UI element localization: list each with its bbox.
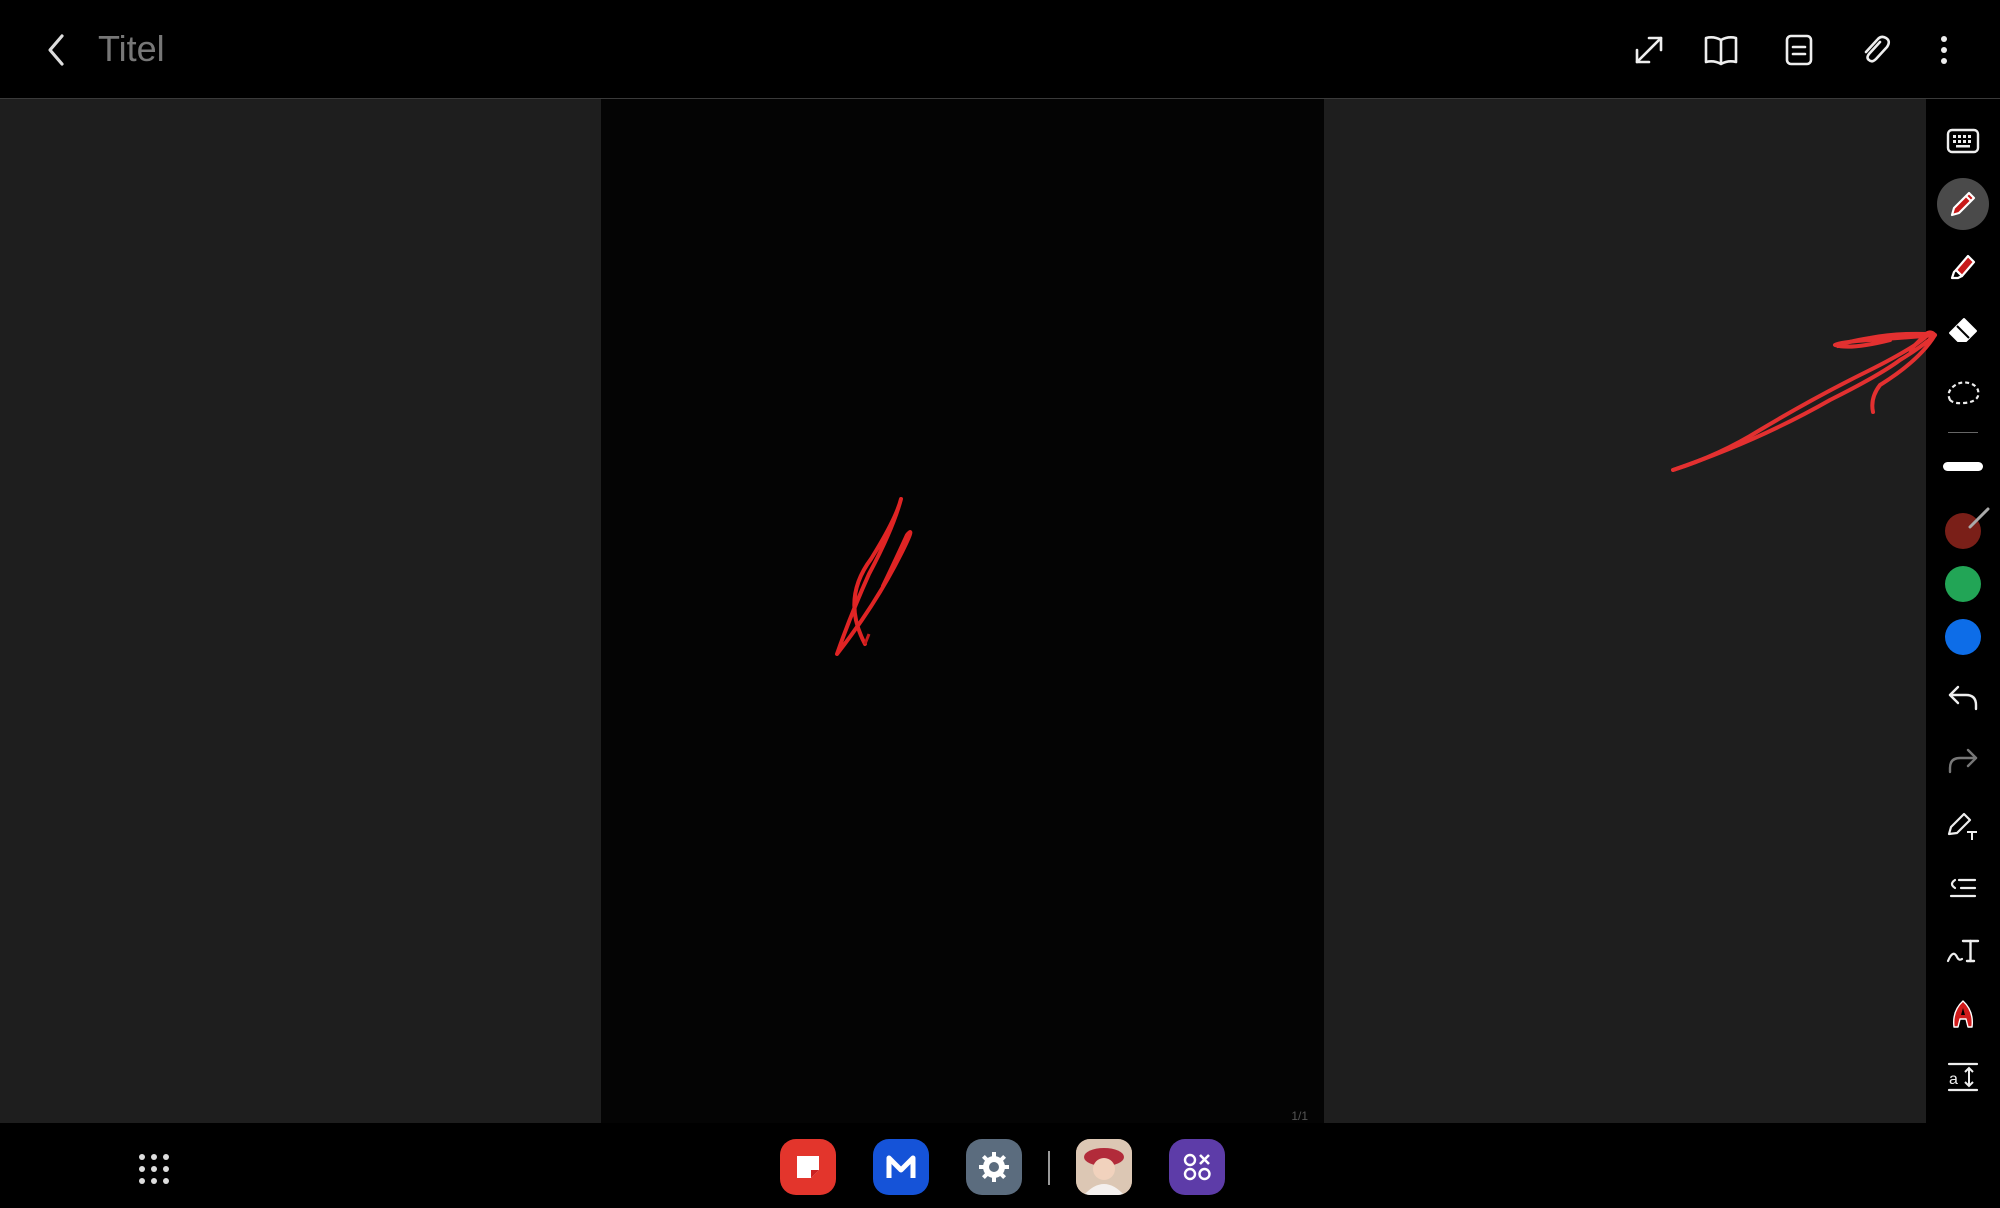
back-icon <box>48 34 64 66</box>
undo-icon <box>1948 685 1978 711</box>
tools-grid-icon <box>1183 1153 1211 1181</box>
keyboard-icon <box>1946 128 1980 154</box>
app-grid-icon <box>139 1154 169 1184</box>
keyboard-button[interactable] <box>1937 115 1989 167</box>
lasso-tool-button[interactable] <box>1937 367 1989 419</box>
straighten-button[interactable] <box>1937 862 1989 914</box>
attach-icon <box>1864 35 1891 63</box>
note-page[interactable]: 1/1 <box>601 99 1324 1123</box>
fullscreen-icon <box>1635 36 1663 64</box>
text-size-button[interactable]: a <box>1937 1051 1989 1103</box>
settings-app-icon[interactable] <box>966 1139 1022 1195</box>
font-color-button[interactable] <box>1937 988 1989 1040</box>
mail-m-icon <box>886 1155 916 1178</box>
more-options-icon <box>1941 36 1947 64</box>
taskbar-dock <box>0 1123 2000 1208</box>
page-layout-button[interactable] <box>1773 24 1825 76</box>
undo-button[interactable] <box>1937 672 1989 724</box>
text-style-button[interactable] <box>1937 925 1989 977</box>
redo-button[interactable] <box>1937 735 1989 787</box>
fullscreen-button[interactable] <box>1623 24 1675 76</box>
eraser-tool-button[interactable] <box>1937 304 1989 356</box>
color-swatch-blue[interactable] <box>1945 619 1981 655</box>
notes-app-icon[interactable] <box>780 1139 836 1195</box>
page-layout-icon <box>1785 34 1813 66</box>
tools-app-icon[interactable] <box>1169 1139 1225 1195</box>
avatar-picture <box>1076 1139 1132 1195</box>
book-view-icon <box>1704 36 1738 66</box>
settings-gear-icon <box>979 1152 1009 1182</box>
handwriting-to-text-button[interactable] <box>1937 799 1989 851</box>
page-indicator: 1/1 <box>1291 1109 1308 1123</box>
font-color-icon <box>1953 1000 1973 1028</box>
book-view-button[interactable] <box>1695 24 1747 76</box>
text-style-icon <box>1946 939 1980 963</box>
handwritten-stroke <box>835 497 913 656</box>
canvas-area[interactable]: 1/1 <box>0 99 1926 1123</box>
app-drawer-button[interactable] <box>134 1149 174 1189</box>
pen-toolbar: a <box>1926 99 2000 1123</box>
redo-icon <box>1948 748 1978 774</box>
more-options-button[interactable] <box>1918 24 1970 76</box>
color-swatch-green[interactable] <box>1945 566 1981 602</box>
svg-text:a: a <box>1949 1071 1958 1088</box>
note-title[interactable]: Titel <box>98 26 165 72</box>
pen-thickness-indicator[interactable] <box>1943 462 1983 471</box>
highlighter-icon <box>1950 254 1976 280</box>
pen-icon <box>1950 191 1976 217</box>
attach-button[interactable] <box>1850 24 1902 76</box>
text-size-icon: a <box>1947 1062 1979 1092</box>
straighten-icon <box>1949 878 1977 898</box>
color-edit-pencil-icon <box>1968 507 1990 529</box>
dock-divider <box>1048 1151 1050 1185</box>
top-app-bar: Titel <box>0 0 2000 99</box>
toolbar-divider <box>1948 432 1978 433</box>
handwriting-to-text-icon <box>1947 812 1977 840</box>
highlighter-tool-button[interactable] <box>1937 241 1989 293</box>
notes-icon <box>797 1156 819 1178</box>
mail-app-icon[interactable] <box>873 1139 929 1195</box>
eraser-icon <box>1949 318 1977 342</box>
scribble-stroke <box>835 497 913 656</box>
lasso-icon <box>1947 381 1980 405</box>
pen-tool-button[interactable] <box>1937 178 1989 230</box>
back-button[interactable] <box>32 24 80 76</box>
profile-app-icon[interactable] <box>1076 1139 1132 1195</box>
